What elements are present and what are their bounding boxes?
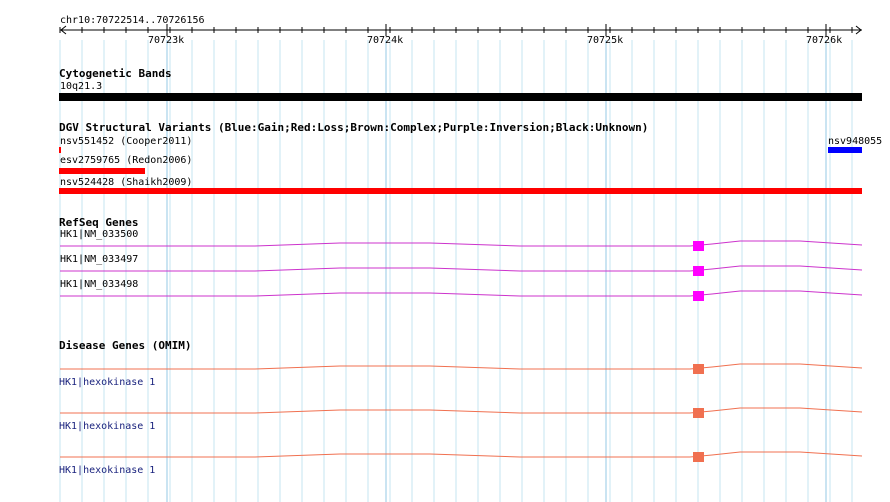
refseq-gene-exon <box>693 291 704 301</box>
omim-gene-exon <box>693 364 704 374</box>
track-title-dgv: DGV Structural Variants (Blue:Gain;Red:L… <box>59 121 649 134</box>
omim-gene-label: HK1|hexokinase 1 <box>59 421 156 432</box>
dgv-feature-label: esv2759765 (Redon2006) <box>60 155 193 166</box>
ruler-tick-label: 70725k <box>587 35 624 46</box>
ruler-tick-label: 70723k <box>148 35 185 46</box>
refseq-gene-label: HK1|NM_033500 <box>60 229 139 240</box>
refseq-gene-label: HK1|NM_033498 <box>60 279 139 290</box>
track-title-cytoband: Cytogenetic Bands <box>59 67 172 80</box>
ruler-range-label: chr10:70722514..70726156 <box>60 15 205 26</box>
dgv-feature-label: nsv948055 <box>828 136 883 147</box>
track-title-refseq: RefSeq Genes <box>59 216 139 229</box>
cytoband-label: 10q21.3 <box>60 81 103 92</box>
refseq-gene-exon <box>693 266 704 276</box>
dgv-feature-label: nsv524428 (Shaikh2009) <box>60 177 193 188</box>
dgv-feature-bar-loss[interactable] <box>59 147 61 153</box>
dgv-feature-bar-gain[interactable] <box>828 147 862 153</box>
ruler-tick-label: 70724k <box>367 35 404 46</box>
omim-gene-label: HK1|hexokinase 1 <box>59 377 156 388</box>
ruler-tick-label: 70726k <box>806 35 843 46</box>
track-title-omim: Disease Genes (OMIM) <box>59 339 192 352</box>
refseq-gene-exon <box>693 241 704 251</box>
refseq-gene-label: HK1|NM_033497 <box>60 254 139 265</box>
dgv-feature-bar-loss[interactable] <box>59 168 145 174</box>
dgv-feature-bar-loss[interactable] <box>59 188 862 194</box>
omim-gene-label: HK1|hexokinase 1 <box>59 465 156 476</box>
cytoband-bar[interactable] <box>59 93 862 101</box>
omim-gene-exon <box>693 408 704 418</box>
omim-gene-exon <box>693 452 704 462</box>
dgv-feature-label: nsv551452 (Cooper2011) <box>60 136 193 147</box>
